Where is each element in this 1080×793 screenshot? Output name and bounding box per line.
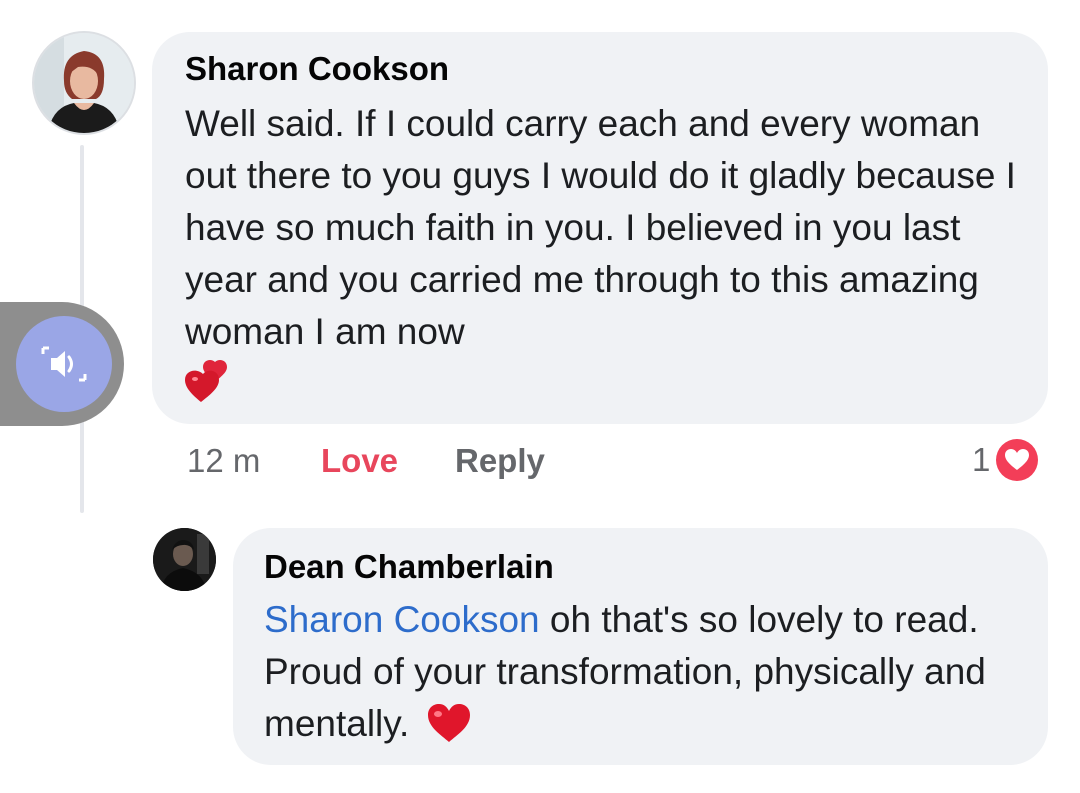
comment-body: Well said. If I could carry each and eve… bbox=[185, 103, 1016, 352]
accessibility-sound-button[interactable] bbox=[16, 316, 112, 412]
love-reaction-icon bbox=[996, 439, 1039, 481]
avatar-sharon-image bbox=[34, 33, 134, 133]
two-hearts-emoji bbox=[185, 358, 231, 404]
avatar-dean-image bbox=[153, 528, 216, 591]
reply-bubble[interactable]: Dean Chamberlain Sharon Cookson oh that'… bbox=[233, 528, 1048, 765]
mention-link[interactable]: Sharon Cookson bbox=[264, 599, 540, 640]
reply-author[interactable]: Dean Chamberlain bbox=[264, 548, 554, 586]
reply-text: Sharon Cookson oh that's so lovely to re… bbox=[264, 594, 1034, 750]
reply-button[interactable]: Reply bbox=[455, 442, 545, 480]
reaction-summary[interactable]: 1 bbox=[972, 438, 1039, 482]
reaction-count: 1 bbox=[972, 441, 991, 478]
love-button[interactable]: Love bbox=[321, 442, 398, 480]
red-heart-emoji bbox=[427, 704, 470, 742]
comment-text: Well said. If I could carry each and eve… bbox=[185, 98, 1025, 414]
avatar-dean[interactable] bbox=[153, 528, 216, 591]
speaker-icon bbox=[41, 346, 87, 382]
comment-bubble[interactable]: Sharon Cookson Well said. If I could car… bbox=[152, 32, 1048, 424]
avatar-sharon[interactable] bbox=[34, 33, 134, 133]
comment-thread: Sharon Cookson Well said. If I could car… bbox=[0, 0, 1080, 793]
comment-timestamp: 12 m bbox=[187, 442, 261, 479]
comment-author[interactable]: Sharon Cookson bbox=[185, 50, 449, 88]
